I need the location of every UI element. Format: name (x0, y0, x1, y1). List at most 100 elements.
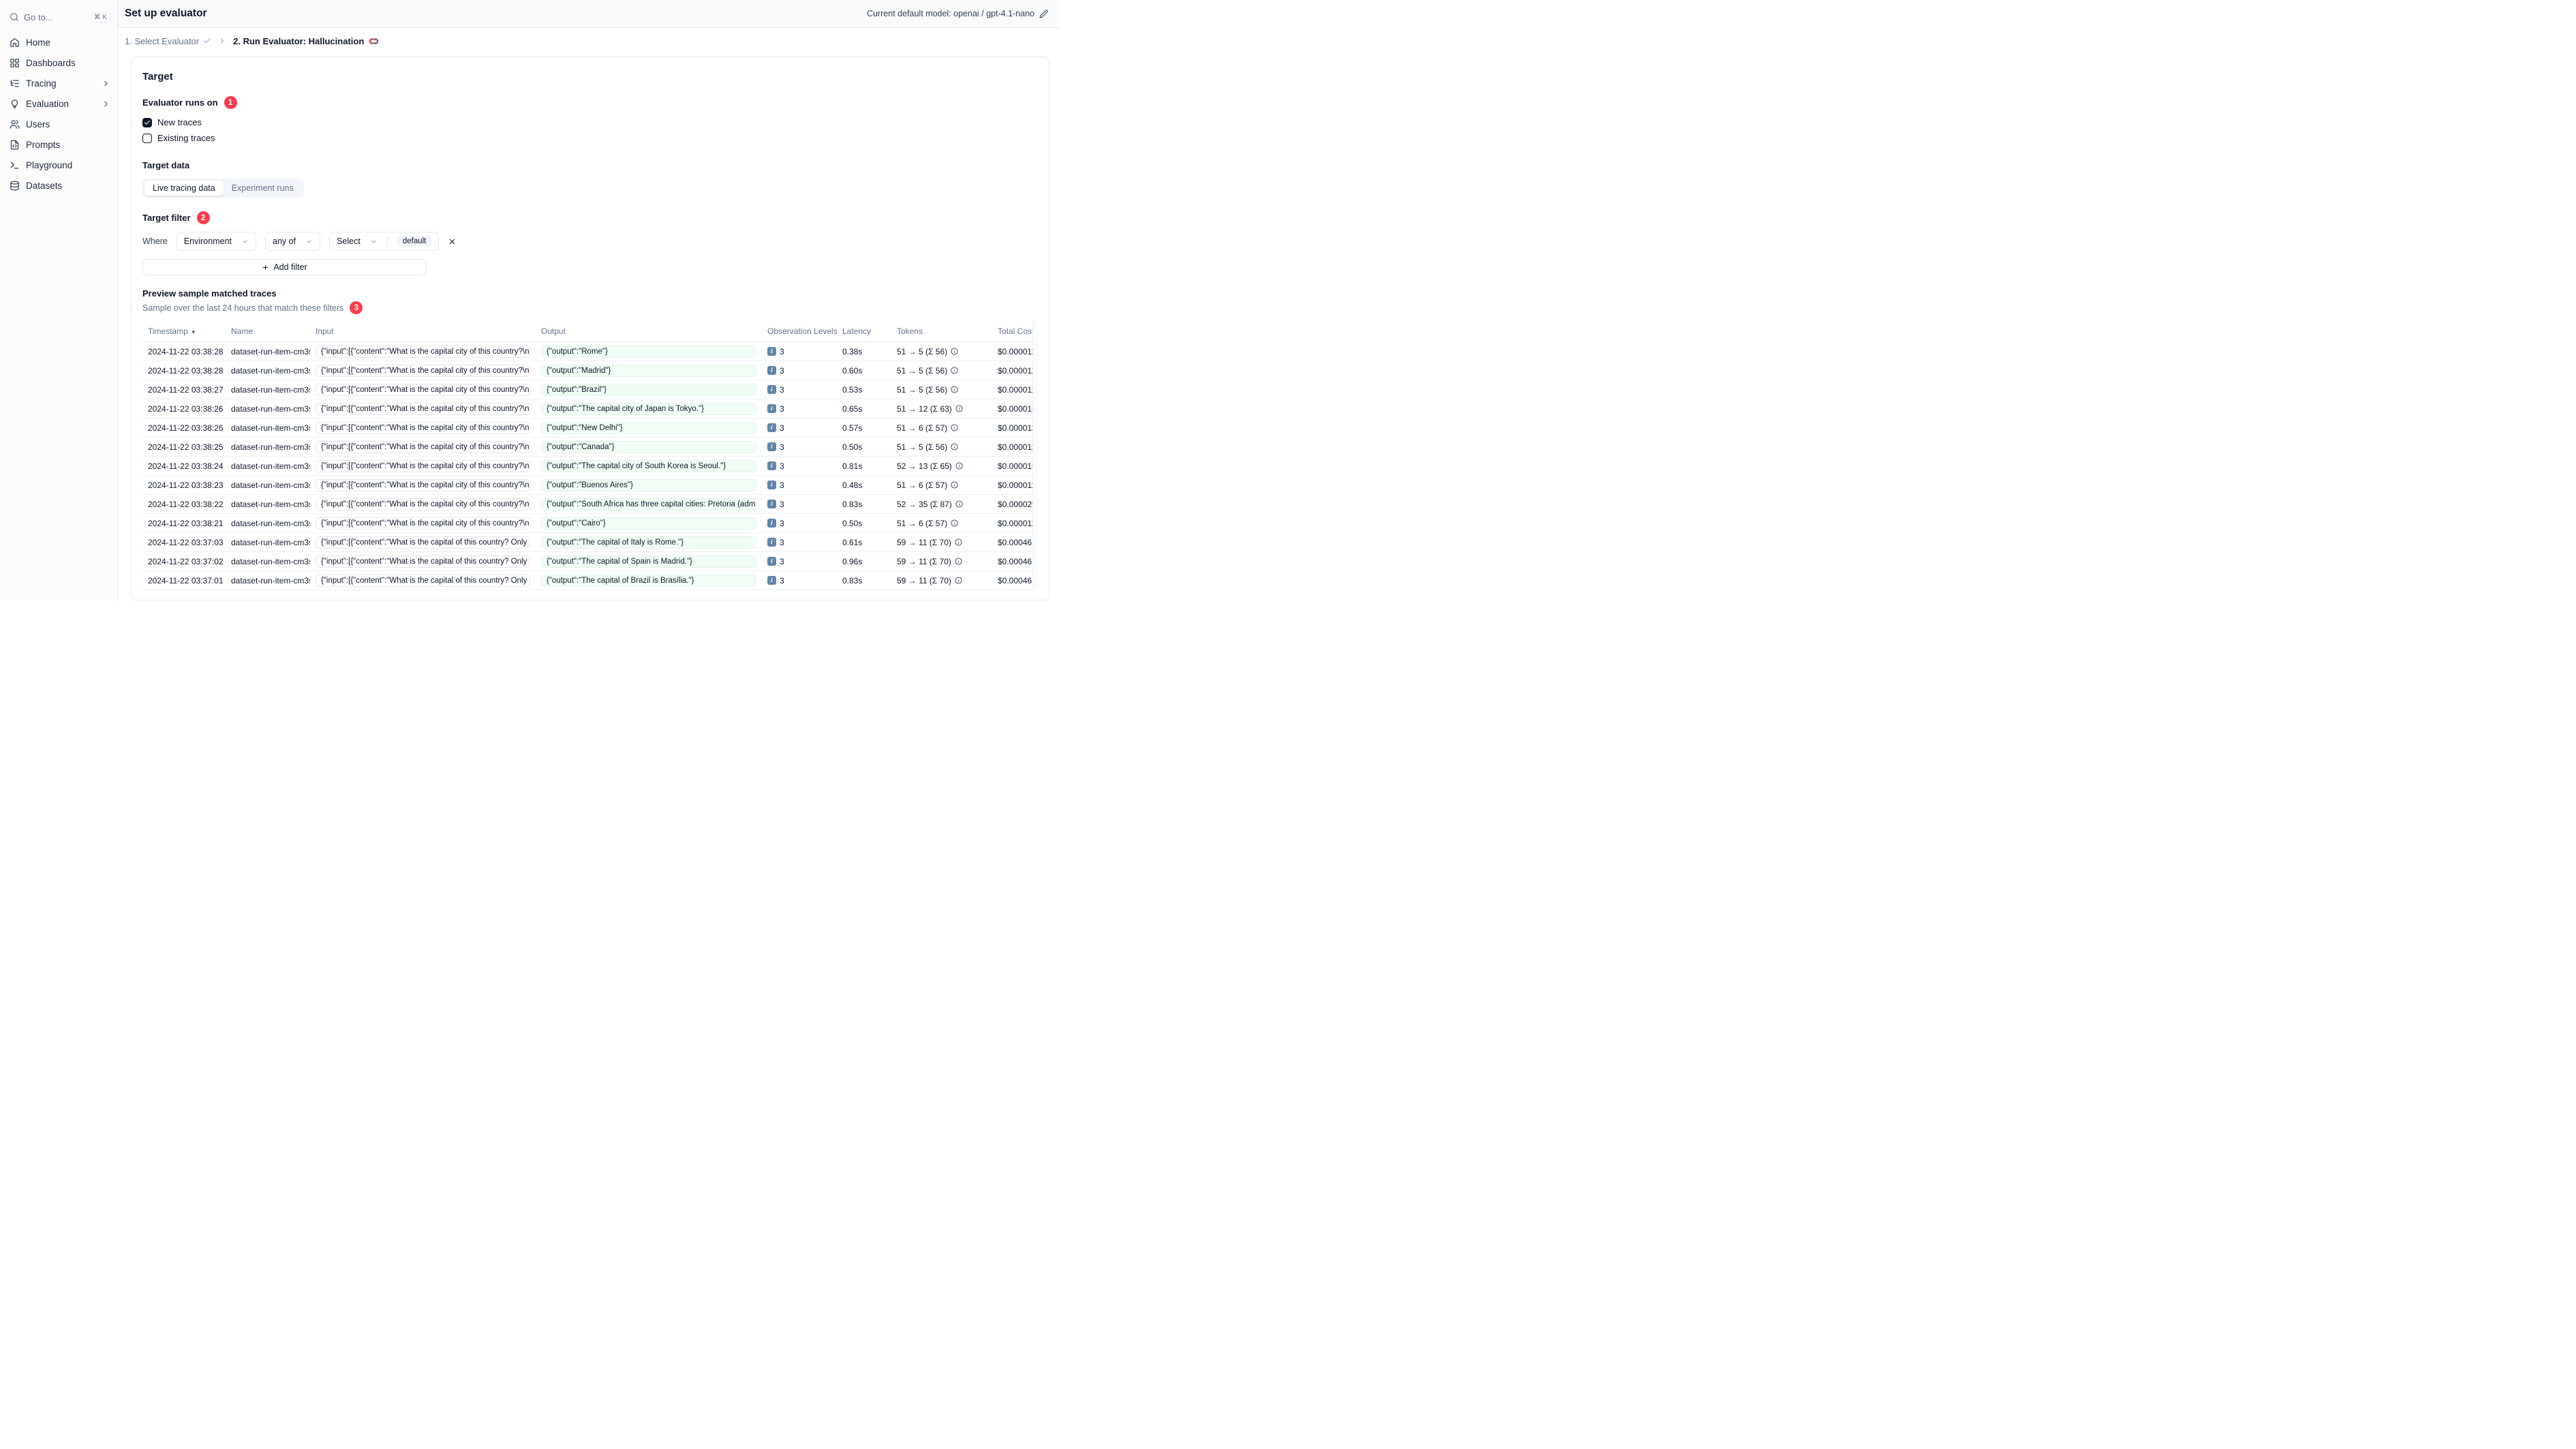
filter-operator-select[interactable]: any of (265, 232, 321, 251)
default-model-label: Current default model: openai / gpt-4.1-… (867, 9, 1034, 18)
cell-input[interactable]: {"input":[{"content":"What is the capita… (316, 555, 530, 568)
step-badge-3: 3 (350, 301, 363, 314)
col-tokens[interactable]: Tokens (891, 326, 992, 336)
sidebar-item-tracing[interactable]: Tracing (10, 73, 110, 93)
cell-output[interactable]: {"output":"Canada"} (541, 440, 756, 453)
cell-input[interactable]: {"input":[{"content":"What is the capita… (316, 440, 530, 453)
col-observation-levels[interactable]: Observation Levels (762, 326, 837, 336)
cell-observation-levels: 3 (780, 442, 784, 452)
cell-total-cost: $0.000011 ( (998, 518, 1038, 528)
cell-input[interactable]: {"input":[{"content":"What is the capita… (316, 536, 530, 549)
info-level-icon: i (767, 481, 776, 489)
table-row[interactable]: 2024-11-22 03:37:03 dataset-run-item-cm3… (142, 533, 1038, 552)
table-row[interactable]: 2024-11-22 03:38:28 dataset-run-item-cm3… (142, 342, 1038, 361)
info-circle-icon (951, 443, 958, 451)
info-level-icon: i (767, 500, 776, 508)
cell-observation-levels: 3 (780, 461, 784, 471)
table-header: Timestamp ▼ Name Input Output Observation… (142, 321, 1038, 342)
cell-total-cost: $0.000011 ( (998, 442, 1038, 452)
cell-input[interactable]: {"input":[{"content":"What is the capita… (316, 459, 530, 472)
cell-input[interactable]: {"input":[{"content":"What is the capita… (316, 478, 530, 491)
cell-tokens: 51 → 5 (Σ 56) (897, 442, 948, 452)
edit-pencil-icon[interactable] (1039, 10, 1048, 18)
main-area: Set up evaluator Current default model: … (118, 0, 1060, 600)
info-circle-icon (955, 500, 963, 508)
table-row[interactable]: 2024-11-22 03:37:02 dataset-run-item-cm3… (142, 552, 1038, 571)
cell-input[interactable]: {"input":[{"content":"What is the capita… (316, 364, 530, 377)
tab-live-tracing-data[interactable]: Live tracing data (144, 181, 224, 196)
table-row[interactable]: 2024-11-22 03:38:24 dataset-run-item-cm3… (142, 457, 1038, 476)
plus-icon (263, 264, 269, 270)
cell-latency: 0.83s (842, 575, 863, 585)
col-timestamp[interactable]: Timestamp ▼ (142, 326, 226, 336)
cell-output[interactable]: {"output":"Cairo"} (541, 517, 756, 530)
breadcrumb-step2[interactable]: 2. Run Evaluator: Hallucination (233, 36, 379, 46)
cell-observation-levels: 3 (780, 384, 784, 395)
cell-input[interactable]: {"input":[{"content":"What is the capita… (316, 421, 530, 434)
cell-input[interactable]: {"input":[{"content":"What is the capita… (316, 517, 530, 530)
filter-value-select[interactable]: Select default (329, 232, 440, 251)
sidebar-item-dashboards[interactable]: Dashboards (10, 52, 110, 73)
table-row[interactable]: 2024-11-22 03:38:28 dataset-run-item-cm3… (142, 361, 1038, 380)
table-row[interactable]: 2024-11-22 03:38:26 dataset-run-item-cm3… (142, 418, 1038, 438)
cell-output[interactable]: {"output":"Buenos Aires"} (541, 478, 756, 491)
sort-desc-icon: ▼ (190, 329, 196, 335)
goto-search[interactable]: Go to... ⌘ K (10, 8, 110, 26)
table-row[interactable]: 2024-11-22 03:38:21 dataset-run-item-cm3… (142, 514, 1038, 533)
cell-timestamp: 2024-11-22 03:38:25 (148, 442, 224, 452)
cell-tokens: 59 → 11 (Σ 70) (897, 556, 951, 566)
cell-output[interactable]: {"output":"New Delhi"} (541, 421, 756, 434)
evaluation-icon (10, 99, 20, 109)
col-input[interactable]: Input (310, 326, 536, 336)
col-latency[interactable]: Latency (837, 326, 891, 336)
sidebar-item-users[interactable]: Users (10, 114, 110, 134)
cell-input[interactable]: {"input":[{"content":"What is the capita… (316, 574, 530, 587)
info-level-icon: i (767, 366, 776, 375)
table-row[interactable]: 2024-11-22 03:38:25 dataset-run-item-cm3… (142, 438, 1038, 457)
info-level-icon: i (767, 385, 776, 394)
cell-input[interactable]: {"input":[{"content":"What is the capita… (316, 498, 530, 510)
cell-output[interactable]: {"output":"The capital of Spain is Madri… (541, 555, 756, 568)
table-row[interactable]: 2024-11-22 03:38:27 dataset-run-item-cm3… (142, 380, 1038, 399)
cell-name: dataset-run-item-cm3s4 (231, 346, 310, 356)
cell-output[interactable]: {"output":"The capital of Italy is Rome.… (541, 536, 756, 549)
col-name[interactable]: Name (226, 326, 310, 336)
cell-observation-levels: 3 (780, 423, 784, 433)
cell-output[interactable]: {"output":"The capital city of South Kor… (541, 459, 756, 472)
info-circle-icon (951, 367, 958, 374)
sidebar-item-evaluation[interactable]: Evaluation (10, 93, 110, 114)
sidebar-item-playground[interactable]: Playground (10, 155, 110, 175)
cell-output[interactable]: {"output":"The capital city of Japan is … (541, 402, 756, 415)
col-output[interactable]: Output (536, 326, 762, 336)
cell-output[interactable]: {"output":"Madrid"} (541, 364, 756, 377)
info-level-icon: i (767, 442, 776, 451)
table-row[interactable]: 2024-11-22 03:37:01 dataset-run-item-cm3… (142, 571, 1038, 590)
checkbox-new-traces[interactable]: New traces (142, 115, 1038, 129)
cell-timestamp: 2024-11-22 03:38:27 (148, 384, 224, 395)
checkbox-existing-traces[interactable]: Existing traces (142, 131, 1038, 145)
cell-input[interactable]: {"input":[{"content":"What is the capita… (316, 383, 530, 396)
breadcrumb-step1[interactable]: 1. Select Evaluator (125, 36, 211, 46)
cell-tokens: 51 → 6 (Σ 57) (897, 518, 948, 528)
sidebar-item-prompts[interactable]: Prompts (10, 134, 110, 155)
tab-experiment-runs[interactable]: Experiment runs (224, 181, 302, 196)
target-data-tabs: Live tracing data Experiment runs (142, 179, 304, 198)
table-row[interactable]: 2024-11-22 03:38:22 dataset-run-item-cm3… (142, 495, 1038, 514)
cell-output[interactable]: {"output":"South Africa has three capita… (541, 498, 756, 510)
cell-input[interactable]: {"input":[{"content":"What is the capita… (316, 345, 530, 358)
table-row[interactable]: 2024-11-22 03:38:26 dataset-run-item-cm3… (142, 399, 1038, 418)
cell-output[interactable]: {"output":"The capital of Brazil is Bras… (541, 574, 756, 587)
cell-output[interactable]: {"output":"Rome"} (541, 345, 756, 358)
col-total-cost[interactable]: Total Cost (992, 326, 1038, 336)
cell-input[interactable]: {"input":[{"content":"What is the capita… (316, 402, 530, 415)
sidebar-item-datasets[interactable]: Datasets (10, 175, 110, 196)
preview-subtitle-row: Sample over the last 24 hours that match… (142, 301, 1038, 314)
sidebar-item-home[interactable]: Home (10, 32, 110, 52)
add-filter-button[interactable]: Add filter (142, 259, 427, 275)
table-row[interactable]: 2024-11-22 03:38:23 dataset-run-item-cm3… (142, 476, 1038, 495)
cell-output[interactable]: {"output":"Brazil"} (541, 383, 756, 396)
cell-total-cost: $0.00046 ( (998, 556, 1037, 566)
filter-column-select[interactable]: Environment (176, 232, 257, 251)
table-scrollbar[interactable] (1032, 321, 1038, 590)
remove-filter-button[interactable] (448, 237, 457, 246)
